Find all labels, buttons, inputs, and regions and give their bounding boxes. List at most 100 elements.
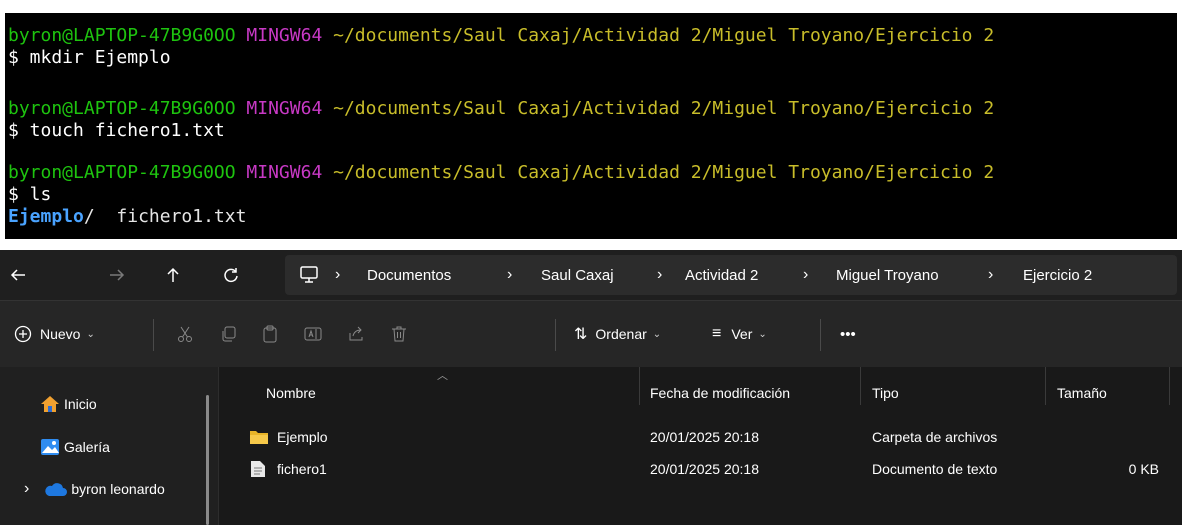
file-name: Ejemplo	[277, 429, 328, 445]
prompt-shell: MINGW64	[246, 25, 323, 46]
breadcrumb-item[interactable]: Documentos	[367, 267, 451, 284]
file-modified: 20/01/2025 20:18	[650, 461, 759, 477]
file-type: Carpeta de archivos	[872, 429, 998, 445]
sidebar-scrollbar[interactable]	[206, 395, 209, 525]
arrow-left-icon	[10, 269, 25, 281]
view-icon: ≡	[712, 325, 722, 342]
sidebar-item-inicio[interactable]: Inicio	[40, 389, 97, 419]
prompt-path: ~/documents/Saul Caxaj/Actividad 2/Migue…	[333, 25, 995, 46]
column-header-size[interactable]: Tamaño	[1057, 385, 1107, 401]
share-icon	[349, 326, 363, 341]
terminal-output[interactable]: byron@LAPTOP-47B9G0OO MINGW64 ~/document…	[5, 13, 1177, 239]
terminal-window: byron@LAPTOP-47B9G0OO MINGW64 ~/document…	[0, 0, 1182, 242]
prompt-path: ~/documents/Saul Caxaj/Actividad 2/Migue…	[333, 162, 995, 183]
chevron-down-icon: ⌄	[652, 328, 662, 340]
more-options-button[interactable]: •••	[840, 321, 856, 347]
file-explorer-window: › Documentos › Saul Caxaj › Actividad 2 …	[0, 250, 1182, 525]
column-separator[interactable]	[639, 367, 640, 405]
column-separator[interactable]	[860, 367, 861, 405]
sort-indicator-icon: ︿	[437, 370, 448, 382]
new-button-label: Nuevo	[40, 326, 81, 342]
file-size: 0 KB	[1128, 461, 1159, 477]
file-list: ︿ Nombre Fecha de modificación Tipo Tama…	[219, 367, 1182, 525]
column-header-modified[interactable]: Fecha de modificación	[650, 385, 790, 401]
command-bar: Nuevo ⌄ ⇅ Ordenar ⌄ ≡ Ver ⌄ •••	[0, 300, 1182, 367]
prompt-path: ~/documents/Saul Caxaj/Actividad 2/Migue…	[333, 98, 995, 119]
folder-icon	[250, 431, 268, 444]
ls-dir-entry: Ejemplo	[8, 206, 84, 227]
chevron-right-icon: ›	[803, 266, 809, 283]
delete-button[interactable]	[386, 321, 412, 347]
sort-button[interactable]: ⇅ Ordenar ⌄	[574, 321, 661, 347]
sidebar-item-onedrive[interactable]: › byron leonardo	[24, 474, 165, 504]
prompt-user: byron@LAPTOP-47B9G0OO	[8, 162, 236, 183]
prompt-line: byron@LAPTOP-47B9G0OO MINGW64 ~/document…	[8, 98, 994, 120]
gallery-icon	[41, 439, 59, 455]
cut-button[interactable]	[172, 321, 198, 347]
breadcrumb-item[interactable]: Saul Caxaj	[541, 267, 614, 284]
navigation-pane: Inicio Galería › byron leonardo	[0, 367, 218, 525]
chevron-right-icon: ›	[335, 266, 341, 283]
prompt-line: byron@LAPTOP-47B9G0OO MINGW64 ~/document…	[8, 25, 994, 47]
arrow-right-icon	[110, 269, 125, 281]
copy-icon	[222, 326, 236, 342]
toolbar-divider	[820, 319, 821, 351]
new-button[interactable]: Nuevo ⌄	[14, 321, 95, 347]
prompt-line: byron@LAPTOP-47B9G0OO MINGW64 ~/document…	[8, 162, 994, 184]
copy-button[interactable]	[216, 321, 242, 347]
paste-button[interactable]	[257, 321, 283, 347]
ls-dir-suffix: /	[83, 206, 95, 227]
back-button[interactable]	[5, 262, 31, 288]
column-separator[interactable]	[1169, 367, 1170, 405]
sort-icon: ⇅	[574, 326, 588, 343]
forward-button[interactable]	[104, 262, 130, 288]
text-file-icon	[251, 461, 265, 477]
plus-circle-icon	[14, 325, 32, 343]
chevron-right-icon[interactable]: ›	[24, 480, 29, 498]
address-bar: › Documentos › Saul Caxaj › Actividad 2 …	[0, 250, 1182, 300]
view-button[interactable]: ≡ Ver ⌄	[712, 321, 767, 347]
monitor-icon	[300, 266, 318, 283]
command-line: $ ls	[8, 184, 52, 205]
paste-icon	[263, 325, 277, 343]
chevron-down-icon: ⌄	[758, 328, 767, 340]
breadcrumb-item[interactable]: Ejercicio 2	[1023, 267, 1092, 284]
rename-button[interactable]	[300, 321, 326, 347]
cloud-icon	[45, 483, 68, 496]
chevron-right-icon: ›	[988, 266, 994, 283]
toolbar-divider	[153, 319, 154, 351]
column-header-type[interactable]: Tipo	[872, 385, 899, 401]
refresh-icon	[224, 268, 238, 283]
file-row[interactable]: Ejemplo 20/01/2025 20:18 Carpeta de arch…	[219, 424, 1182, 452]
file-name: fichero1	[277, 461, 327, 477]
prompt-shell: MINGW64	[246, 98, 323, 119]
sort-button-label: Ordenar	[595, 326, 647, 342]
command-line: $ mkdir Ejemplo	[8, 47, 171, 68]
up-button[interactable]	[160, 262, 186, 288]
file-row[interactable]: fichero1 20/01/2025 20:18 Documento de t…	[219, 456, 1182, 484]
cut-icon	[178, 326, 192, 342]
breadcrumb-item[interactable]: Miguel Troyano	[836, 267, 939, 284]
chevron-right-icon: ›	[657, 266, 663, 283]
file-modified: 20/01/2025 20:18	[650, 429, 759, 445]
sidebar-item-label: Galería	[64, 439, 110, 455]
column-header-name[interactable]: Nombre	[266, 385, 316, 401]
breadcrumb-item[interactable]: Actividad 2	[685, 267, 758, 284]
file-type: Documento de texto	[872, 461, 998, 477]
column-separator[interactable]	[1045, 367, 1046, 405]
home-icon	[41, 396, 59, 412]
refresh-button[interactable]	[218, 262, 244, 288]
explorer-content: Inicio Galería › byron leonardo ︿ Nombre…	[0, 367, 1182, 525]
chevron-down-icon: ⌄	[86, 328, 95, 340]
toolbar-divider	[555, 319, 556, 351]
prompt-user: byron@LAPTOP-47B9G0OO	[8, 25, 236, 46]
sidebar-item-galeria[interactable]: Galería	[40, 432, 110, 462]
sidebar-item-label: Inicio	[64, 396, 97, 412]
breadcrumb[interactable]: › Documentos › Saul Caxaj › Actividad 2 …	[285, 255, 1177, 295]
ls-output: Ejemplo/ fichero1.txt	[8, 206, 246, 228]
delete-icon	[392, 326, 406, 342]
sidebar-item-label: byron leonardo	[71, 481, 165, 497]
arrow-up-icon	[167, 267, 179, 282]
share-button[interactable]	[343, 321, 369, 347]
prompt-user: byron@LAPTOP-47B9G0OO	[8, 98, 236, 119]
